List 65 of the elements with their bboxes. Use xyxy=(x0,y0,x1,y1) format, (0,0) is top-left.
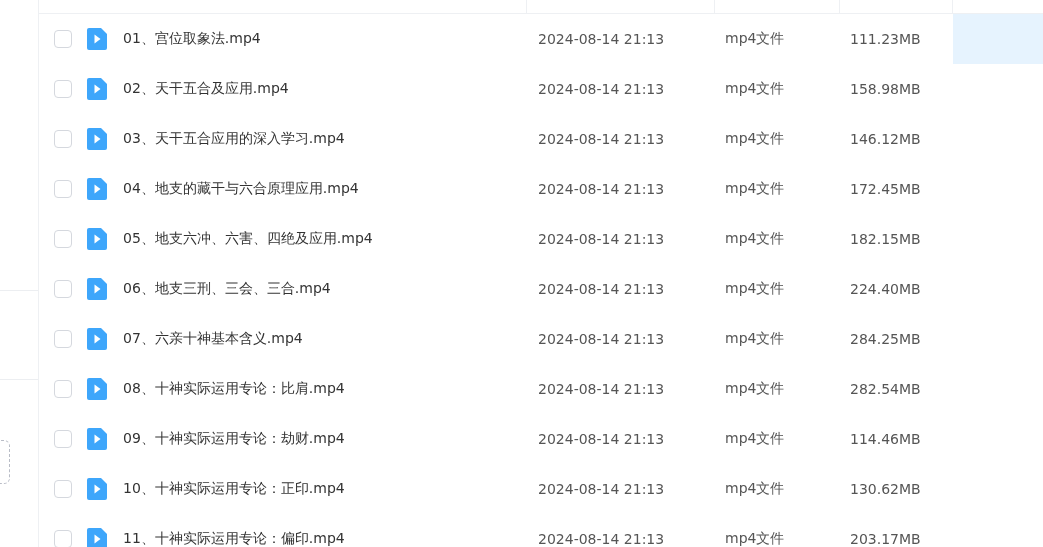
file-type: mp4文件 xyxy=(725,280,785,298)
video-file-icon xyxy=(87,328,107,350)
file-name[interactable]: 07、六亲十神基本含义.mp4 xyxy=(123,330,303,348)
file-type: mp4文件 xyxy=(725,80,785,98)
row-checkbox[interactable] xyxy=(54,30,72,48)
video-file-icon xyxy=(87,128,107,150)
file-size: 130.62MB xyxy=(850,481,921,497)
file-name[interactable]: 08、十神实际运用专论：比肩.mp4 xyxy=(123,380,345,398)
file-name[interactable]: 05、地支六冲、六害、四绝及应用.mp4 xyxy=(123,230,373,248)
file-type: mp4文件 xyxy=(725,30,785,48)
file-name[interactable]: 02、天干五合及应用.mp4 xyxy=(123,80,289,98)
row-checkbox[interactable] xyxy=(54,380,72,398)
file-type: mp4文件 xyxy=(725,230,785,248)
modified-time: 2024-08-14 21:13 xyxy=(538,231,665,247)
file-name[interactable]: 01、宫位取象法.mp4 xyxy=(123,30,261,48)
file-name[interactable]: 09、十神实际运用专论：劫财.mp4 xyxy=(123,430,345,448)
file-type: mp4文件 xyxy=(725,430,785,448)
video-file-icon xyxy=(87,478,107,500)
modified-time: 2024-08-14 21:13 xyxy=(538,31,665,47)
file-name[interactable]: 04、地支的藏干与六合原理应用.mp4 xyxy=(123,180,359,198)
modified-time: 2024-08-14 21:13 xyxy=(538,131,665,147)
row-checkbox[interactable] xyxy=(54,480,72,498)
file-size: 282.54MB xyxy=(850,381,921,397)
modified-time: 2024-08-14 21:13 xyxy=(538,431,665,447)
file-size: 172.45MB xyxy=(850,181,921,197)
file-type: mp4文件 xyxy=(725,130,785,148)
video-file-icon xyxy=(87,28,107,50)
modified-time: 2024-08-14 21:13 xyxy=(538,181,665,197)
file-name[interactable]: 06、地支三刑、三会、三合.mp4 xyxy=(123,280,331,298)
row-checkbox[interactable] xyxy=(54,430,72,448)
file-size: 182.15MB xyxy=(850,231,921,247)
modified-time: 2024-08-14 21:13 xyxy=(538,281,665,297)
modified-time: 2024-08-14 21:13 xyxy=(538,531,665,547)
file-type: mp4文件 xyxy=(725,530,785,547)
video-file-icon xyxy=(87,78,107,100)
video-file-icon xyxy=(87,428,107,450)
video-file-icon xyxy=(87,178,107,200)
modified-time: 2024-08-14 21:13 xyxy=(538,81,665,97)
row-checkbox[interactable] xyxy=(54,180,72,198)
file-name[interactable]: 03、天干五合应用的深入学习.mp4 xyxy=(123,130,345,148)
file-type: mp4文件 xyxy=(725,330,785,348)
file-size: 158.98MB xyxy=(850,81,921,97)
file-name[interactable]: 11、十神实际运用专论：偏印.mp4 xyxy=(123,530,345,547)
video-file-icon xyxy=(87,278,107,300)
file-type: mp4文件 xyxy=(725,380,785,398)
row-checkbox[interactable] xyxy=(54,330,72,348)
file-type: mp4文件 xyxy=(725,480,785,498)
row-checkbox[interactable] xyxy=(54,130,72,148)
file-size: 284.25MB xyxy=(850,331,921,347)
row-checkbox[interactable] xyxy=(54,230,72,248)
file-size: 111.23MB xyxy=(850,31,921,47)
file-size: 224.40MB xyxy=(850,281,921,297)
file-size: 146.12MB xyxy=(850,131,921,147)
row-checkbox[interactable] xyxy=(54,530,72,547)
modified-time: 2024-08-14 21:13 xyxy=(538,331,665,347)
row-checkbox[interactable] xyxy=(54,280,72,298)
video-file-icon xyxy=(87,378,107,400)
modified-time: 2024-08-14 21:13 xyxy=(538,481,665,497)
file-size: 203.17MB xyxy=(850,531,921,547)
video-file-icon xyxy=(87,228,107,250)
row-checkbox[interactable] xyxy=(54,80,72,98)
modified-time: 2024-08-14 21:13 xyxy=(538,381,665,397)
file-type: mp4文件 xyxy=(725,180,785,198)
file-size: 114.46MB xyxy=(850,431,921,447)
file-name[interactable]: 10、十神实际运用专论：正印.mp4 xyxy=(123,480,345,498)
